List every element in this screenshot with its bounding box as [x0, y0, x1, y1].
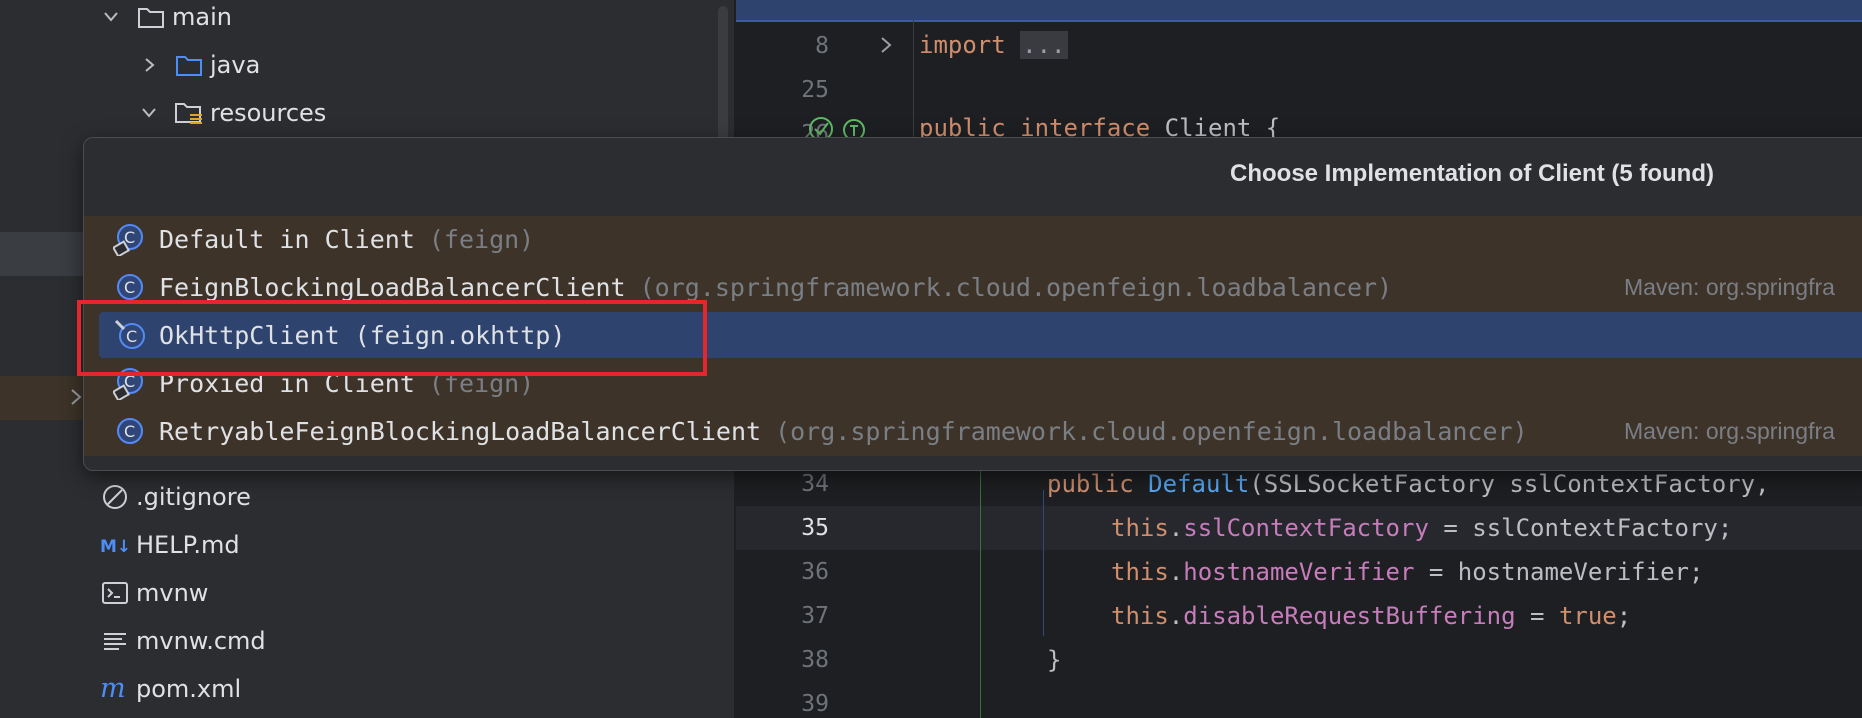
implementation-item-retryable-lb-client[interactable]: C RetryableFeignBlockingLoadBalancerClie… [99, 408, 1862, 454]
code-token: = [1515, 602, 1559, 630]
line-number: 38 [801, 647, 829, 673]
file-label: HELP.md [136, 531, 240, 559]
code-token: = hostnameVerifier; [1414, 558, 1704, 586]
source-folder-icon [174, 51, 204, 79]
code-line-35: this.sslContextFactory = sslContextFacto… [1111, 514, 1732, 542]
fold-chevron-icon[interactable] [876, 34, 896, 61]
folded-imports[interactable]: ... [1020, 31, 1068, 59]
folder-icon [136, 3, 166, 31]
code-token: . [1168, 602, 1184, 630]
file-label: mvnw.cmd [136, 627, 266, 655]
line-number: 39 [801, 691, 829, 717]
file-help-md[interactable]: M↓ HELP.md [100, 521, 240, 569]
line-number: 36 [801, 559, 829, 585]
code-token: ; [1616, 602, 1632, 630]
code-line-8: import ... [919, 31, 1068, 59]
code-token: (SSLSocketFactory sslContextFactory, [1249, 470, 1770, 498]
file-mvnw-cmd[interactable]: mvnw.cmd [100, 617, 266, 665]
line-number: 37 [801, 603, 829, 629]
tree-item-java[interactable]: java [138, 41, 260, 89]
class-icon: C [113, 414, 147, 448]
field-token: hostnameVerifier [1183, 558, 1415, 586]
indent-guide [1043, 490, 1044, 636]
method-token: Default [1148, 470, 1250, 498]
chevron-down-icon[interactable] [138, 102, 160, 124]
implementation-item-default[interactable]: C Default in Client (feign) [99, 216, 1862, 262]
tree-item-main[interactable]: main [100, 0, 232, 41]
popup-title: Choose Implementation of Client (5 found… [1230, 160, 1714, 187]
line-number: 25 [801, 77, 829, 103]
indent-guide [980, 470, 981, 718]
svg-text:m: m [100, 675, 126, 703]
file-gitignore[interactable]: .gitignore [100, 473, 251, 521]
item-name: Default in Client [159, 224, 415, 254]
text-file-icon [100, 627, 130, 655]
code-token: } [1047, 646, 1062, 674]
class-icon: C [113, 270, 147, 304]
code-token: . [1168, 558, 1184, 586]
code-line-36: this.hostnameVerifier = hostnameVerifier… [1111, 558, 1703, 586]
line-number: 34 [801, 471, 829, 497]
keyword-token: this [1111, 514, 1169, 542]
code-token: . [1168, 514, 1184, 542]
file-label: .gitignore [136, 483, 251, 511]
keyword-token: true [1558, 602, 1617, 630]
line-number-active: 35 [801, 515, 829, 541]
code-line-34: public Default(SSLSocketFactory sslConte… [1047, 470, 1769, 498]
file-pom-xml[interactable]: m pom.xml [100, 665, 241, 713]
chevron-down-icon[interactable] [100, 6, 122, 28]
file-label: mvnw [136, 579, 209, 607]
code-line-37: this.disableRequestBuffering = true; [1111, 602, 1631, 630]
tree-item-label: java [210, 51, 261, 79]
markdown-file-icon: M↓ [100, 531, 130, 559]
code-token: = sslContextFactory; [1428, 514, 1733, 542]
file-mvnw[interactable]: mvnw [100, 569, 208, 617]
ignore-file-icon [100, 483, 130, 511]
file-label: pom.xml [136, 675, 242, 703]
item-name: FeignBlockingLoadBalancerClient [159, 272, 626, 302]
resources-folder-icon [174, 99, 204, 127]
line-number: 8 [815, 33, 829, 59]
item-source: Maven: org.springfra [1624, 273, 1835, 300]
chevron-right-icon[interactable] [138, 54, 160, 76]
red-annotation-box [77, 300, 707, 376]
field-token: sslContextFactory [1183, 514, 1429, 542]
keyword-token: this [1111, 602, 1169, 630]
item-package: (org.springframework.cloud.openfeign.loa… [775, 416, 1528, 446]
tree-item-label: resources [210, 99, 327, 127]
shell-script-icon [100, 579, 130, 607]
keyword-token: public [1047, 470, 1134, 498]
code-line-38: } [1047, 646, 1061, 674]
tree-item-label: main [172, 3, 232, 31]
keyword-token: this [1111, 558, 1169, 586]
item-package: (feign) [428, 224, 535, 254]
item-package: (org.springframework.cloud.openfeign.loa… [639, 272, 1393, 302]
field-token: disableRequestBuffering [1183, 602, 1516, 630]
maven-file-icon: m [100, 675, 130, 703]
inner-class-icon: C [113, 222, 147, 256]
editor-breadcrumb-bar [736, 0, 1862, 22]
keyword-token: import [919, 31, 1006, 59]
svg-text:C: C [124, 422, 135, 441]
tree-item-resources[interactable]: resources [138, 89, 326, 137]
item-source: Maven: org.springfra [1624, 417, 1835, 444]
svg-text:M↓: M↓ [100, 537, 130, 557]
svg-text:C: C [124, 278, 135, 297]
item-name: RetryableFeignBlockingLoadBalancerClient [159, 416, 762, 446]
